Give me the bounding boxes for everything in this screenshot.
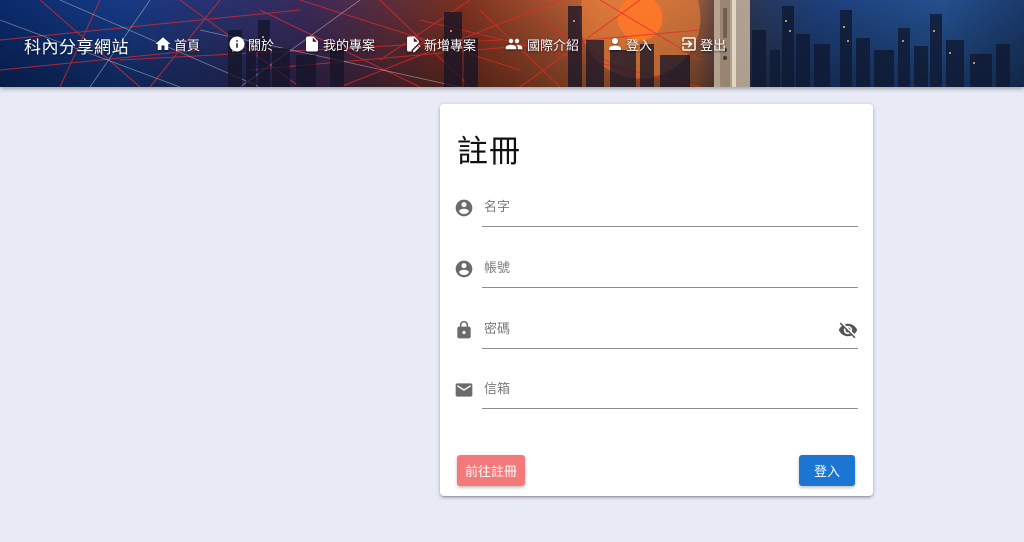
- site-brand[interactable]: 科內分享網站: [24, 33, 129, 58]
- logout-icon: [682, 37, 696, 51]
- nav-logout[interactable]: 登出: [680, 34, 726, 54]
- nav-my-projects-label: 我的專案: [323, 38, 376, 54]
- people-icon: [505, 38, 523, 50]
- document-icon: [306, 36, 318, 52]
- register-card: 註冊 前往註冊 登入: [440, 104, 873, 496]
- mail-icon: [454, 380, 474, 400]
- email-input[interactable]: [482, 373, 858, 405]
- visibility-off-icon[interactable]: [838, 320, 858, 340]
- nav-about[interactable]: 關於: [228, 34, 274, 54]
- nav-international[interactable]: 國際介紹: [503, 34, 579, 54]
- info-icon: [229, 36, 245, 52]
- nav-new-project[interactable]: 新增專案: [404, 34, 476, 54]
- password-input[interactable]: [482, 313, 828, 345]
- name-input[interactable]: [482, 191, 858, 223]
- lock-icon: [454, 320, 474, 340]
- nav-new-project-label: 新增專案: [424, 38, 477, 54]
- nav-international-label: 國際介紹: [527, 38, 580, 54]
- email-field: [454, 373, 858, 413]
- top-navbar: 科內分享網站 首頁 關於 我的專案 新增專案 國際介紹 登入 登出: [0, 0, 1024, 87]
- nav-home[interactable]: 首頁: [154, 34, 200, 54]
- password-input-underline: [482, 348, 858, 349]
- password-field: [454, 313, 858, 353]
- go-register-button[interactable]: 前往註冊: [457, 455, 525, 486]
- account-field: [454, 252, 858, 292]
- name-field: [454, 191, 858, 231]
- name-input-underline: [482, 226, 858, 227]
- email-input-underline: [482, 408, 858, 409]
- nav-home-label: 首頁: [174, 38, 201, 54]
- nav-login-label: 登入: [626, 38, 653, 54]
- nav-about-label: 關於: [248, 38, 275, 54]
- home-icon: [155, 37, 171, 50]
- login-button[interactable]: 登入: [799, 455, 855, 486]
- nav-login[interactable]: 登入: [606, 34, 652, 54]
- account-circle-icon: [454, 198, 474, 218]
- document-edit-icon: [407, 36, 421, 53]
- nav-my-projects[interactable]: 我的專案: [303, 34, 375, 54]
- account-input-underline: [482, 287, 858, 288]
- person-icon: [609, 38, 621, 50]
- page-title: 註冊: [457, 134, 521, 170]
- nav-logout-label: 登出: [700, 38, 727, 54]
- account-input[interactable]: [482, 252, 858, 284]
- account-circle-icon: [454, 259, 474, 279]
